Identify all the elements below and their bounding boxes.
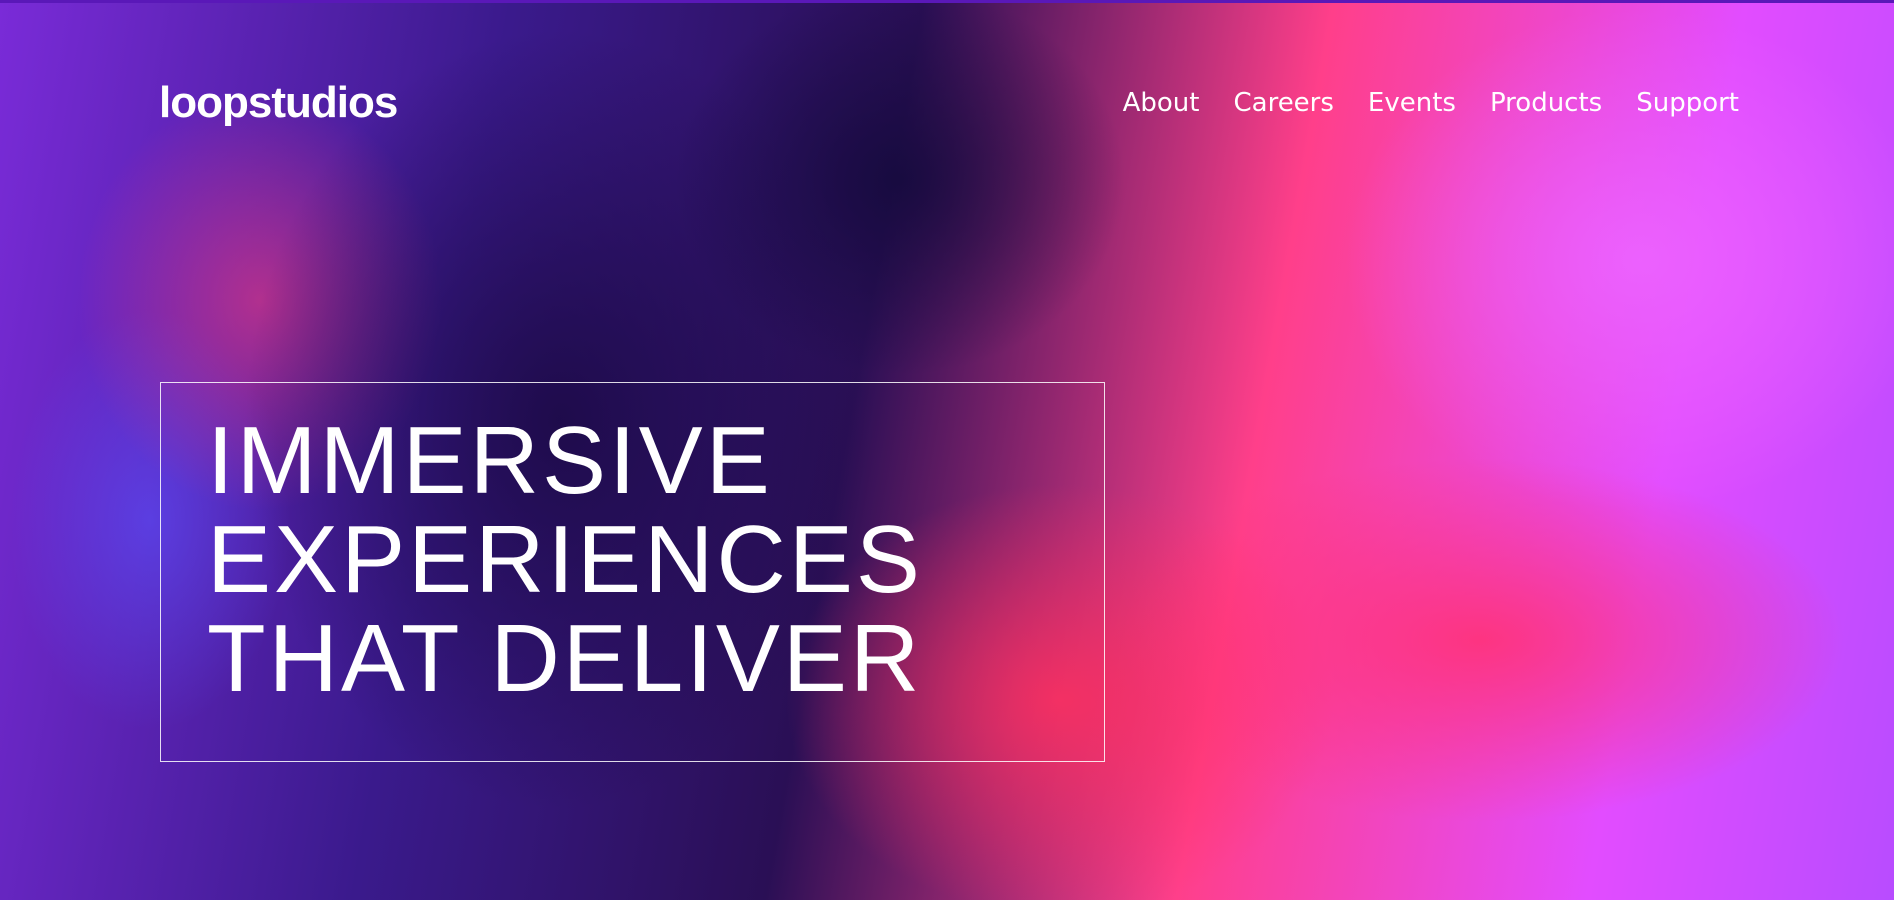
headline-line: THAT DELIVER <box>207 605 923 712</box>
headline-line: EXPERIENCES <box>207 506 923 613</box>
main-nav: About Careers Events Products Support <box>1123 76 1739 130</box>
site-header: loopstudios About Careers Events Product… <box>159 76 1739 136</box>
hero-headline: IMMERSIVE EXPERIENCES THAT DELIVER <box>207 411 923 708</box>
top-border <box>0 0 1894 3</box>
nav-link-products[interactable]: Products <box>1490 76 1602 130</box>
nav-link-support[interactable]: Support <box>1636 76 1739 130</box>
headline-line: IMMERSIVE <box>207 407 773 514</box>
logo[interactable]: loopstudios <box>159 76 398 130</box>
hero-section: loopstudios About Careers Events Product… <box>0 0 1894 900</box>
nav-link-about[interactable]: About <box>1123 76 1200 130</box>
nav-link-careers[interactable]: Careers <box>1233 76 1333 130</box>
headline-box: IMMERSIVE EXPERIENCES THAT DELIVER <box>160 382 1105 762</box>
nav-link-events[interactable]: Events <box>1368 76 1456 130</box>
